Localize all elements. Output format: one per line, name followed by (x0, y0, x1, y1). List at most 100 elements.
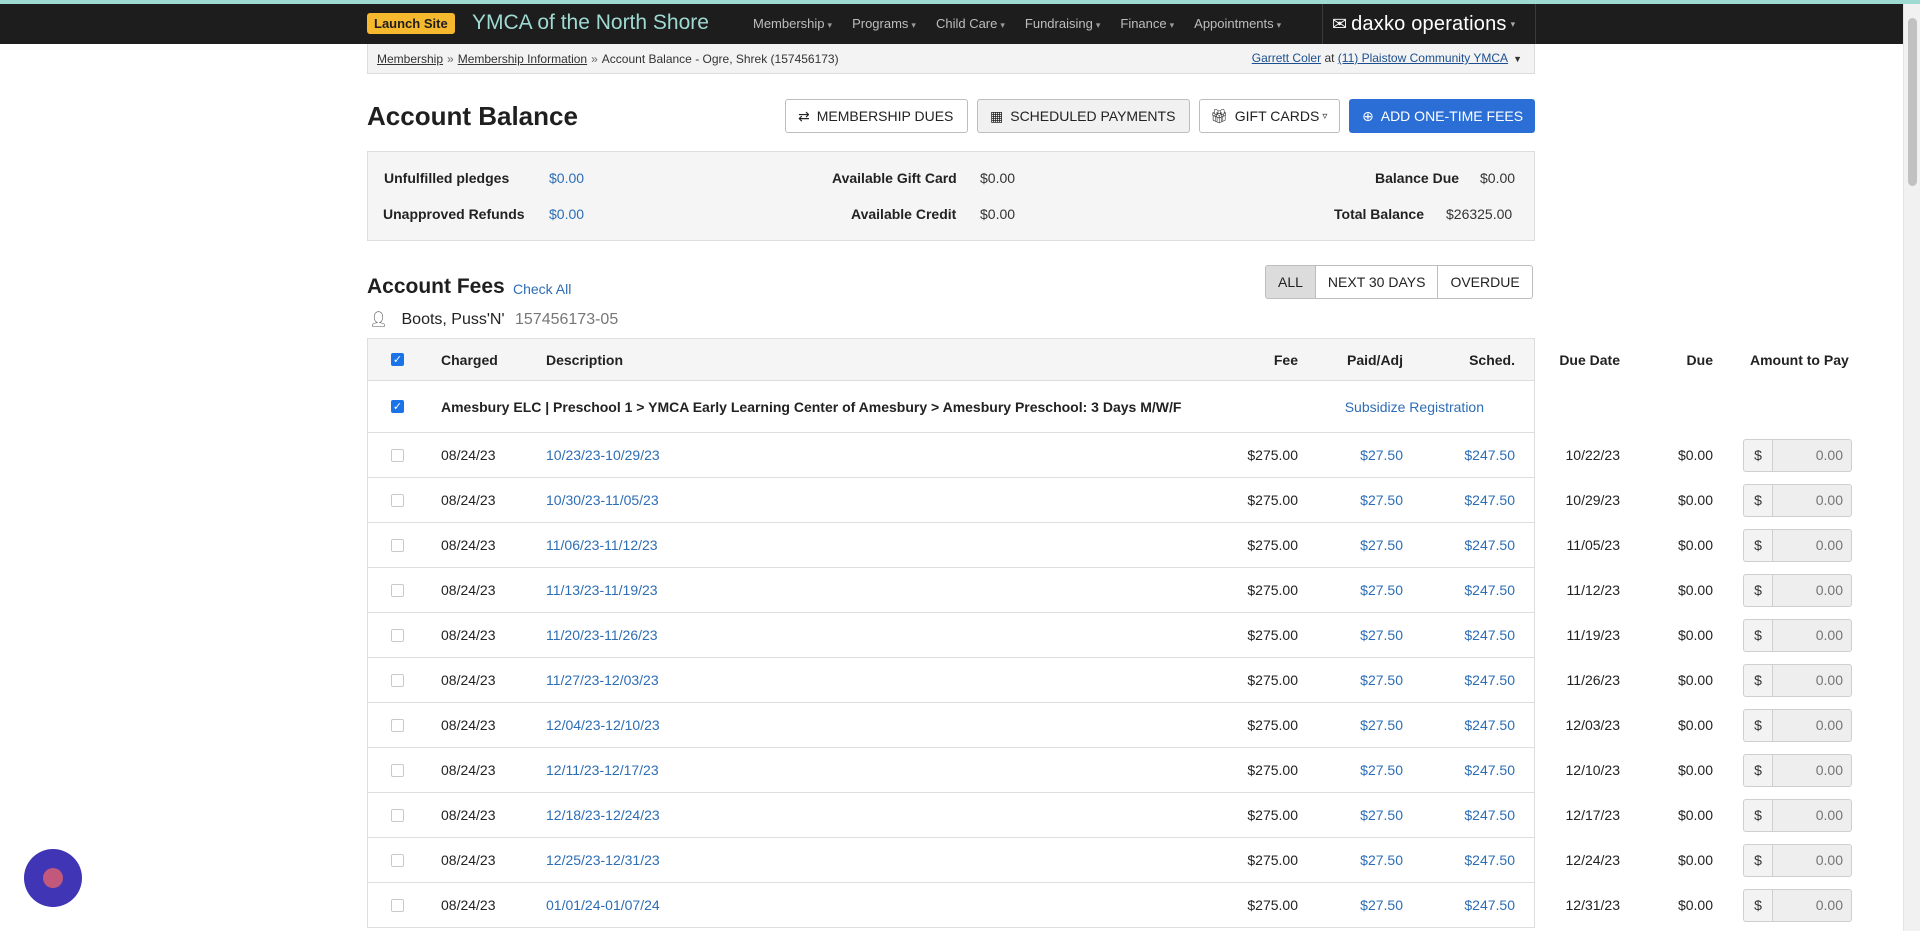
amount-to-pay-input[interactable] (1772, 438, 1852, 472)
breadcrumb-membership[interactable]: Membership (377, 52, 443, 66)
amount-to-pay-cell: $ (1743, 568, 1852, 612)
row-checkbox-cell (391, 478, 404, 522)
amount-to-pay-group: $ (1743, 663, 1852, 697)
fee-description-link[interactable]: 11/27/23-12/03/23 (546, 658, 659, 702)
amount-to-pay-cell: $ (1743, 658, 1852, 702)
column-header-due: Due (1686, 351, 1713, 368)
page-title: Account Balance (367, 101, 578, 131)
menu-finance[interactable]: Finance ▾ (1120, 4, 1174, 44)
user-name-link[interactable]: Garrett Coler (1252, 51, 1321, 65)
caret-down-icon: ▿ (1322, 110, 1328, 122)
currency-prefix: $ (1743, 663, 1772, 697)
filter-all-button[interactable]: ALL (1265, 265, 1316, 299)
amount-to-pay-input[interactable] (1772, 753, 1852, 787)
fee-description-link[interactable]: 12/25/23-12/31/23 (546, 838, 660, 882)
daxko-brand-menu[interactable]: ✉ daxko operations ▾ (1322, 4, 1536, 44)
menu-programs[interactable]: Programs ▾ (852, 4, 916, 44)
amount-to-pay-input[interactable] (1772, 618, 1852, 652)
row-checkbox-cell (391, 433, 404, 477)
fee-description-link[interactable]: 11/13/23-11/19/23 (546, 568, 658, 612)
menu-appointments[interactable]: Appointments ▾ (1194, 4, 1281, 44)
row-checkbox[interactable] (391, 583, 404, 597)
caret-down-icon[interactable]: ▼ (1513, 54, 1522, 64)
user-at-text: at (1324, 51, 1335, 65)
row-checkbox[interactable] (391, 448, 404, 462)
filter-next-30-days-button[interactable]: NEXT 30 DAYS (1314, 265, 1439, 299)
vertical-scrollbar[interactable] (1903, 4, 1920, 931)
menu-membership[interactable]: Membership ▾ (753, 4, 832, 44)
breadcrumb-current: Account Balance - Ogre, Shrek (157456173… (601, 52, 839, 66)
table-row: 08/24/23 12/25/23-12/31/23 $275.00 $27.50 $2… (368, 838, 1852, 883)
add-one-time-fees-button[interactable]: ⊕ ADD ONE-TIME FEES (1349, 99, 1535, 133)
amount-to-pay-input[interactable] (1772, 798, 1852, 832)
row-checkbox[interactable] (391, 853, 404, 867)
group-checkbox[interactable]: ✓ (391, 400, 404, 413)
fee-description-link[interactable]: 01/01/24-01/07/24 (546, 883, 660, 927)
fee-group-row: ✓ Amesbury ELC | Preschool 1 > YMCA Earl… (368, 381, 1534, 433)
gift-cards-dropdown-button[interactable]: 🎁︎ GIFT CARDS ▿ (1199, 99, 1340, 133)
amount-to-pay-group: $ (1743, 438, 1852, 472)
breadcrumb-separator: » (447, 52, 454, 66)
fee-description-link[interactable]: 11/20/23-11/26/23 (546, 613, 658, 657)
due-amount: $0.00 (1677, 492, 1713, 508)
amount-to-pay-input[interactable] (1772, 528, 1852, 562)
amount-to-pay-cell: $ (1743, 793, 1852, 837)
caret-down-icon: ▾ (1095, 20, 1101, 30)
row-checkbox[interactable] (391, 763, 404, 777)
row-checkbox[interactable] (391, 673, 404, 687)
filter-overdue-button[interactable]: OVERDUE (1437, 265, 1533, 299)
amount-to-pay-cell: $ (1743, 433, 1852, 477)
table-row: 08/24/23 11/27/23-12/03/23 $275.00 $27.50 $2… (368, 658, 1852, 703)
user-location-link[interactable]: (11) Plaistow Community YMCA (1338, 51, 1508, 65)
fee-description-link[interactable]: 11/06/23-11/12/23 (546, 523, 658, 567)
launch-site-button[interactable]: Launch Site (367, 13, 455, 34)
fee-description-link[interactable]: 12/18/23-12/24/23 (546, 793, 660, 837)
row-checkbox[interactable] (391, 538, 404, 552)
column-header-charged: Charged (441, 351, 498, 368)
unapproved-refunds-value[interactable]: $0.00 (549, 206, 584, 222)
menu-membership-label: Membership (753, 16, 825, 31)
fee-description-link[interactable]: 10/23/23-10/29/23 (546, 433, 660, 477)
currency-prefix: $ (1743, 753, 1772, 787)
row-checkbox[interactable] (391, 493, 404, 507)
row-checkbox[interactable] (391, 808, 404, 822)
amount-to-pay-input[interactable] (1772, 483, 1852, 517)
amount-to-pay-input[interactable] (1772, 663, 1852, 697)
caret-down-icon: ▾ (1510, 18, 1516, 29)
amount-to-pay-cell: $ (1743, 748, 1852, 792)
scrollbar-thumb[interactable] (1908, 18, 1917, 186)
menu-fundraising[interactable]: Fundraising ▾ (1025, 4, 1100, 44)
available-credit-label: Available Credit (851, 206, 957, 222)
amount-to-pay-input[interactable] (1772, 843, 1852, 877)
subsidize-registration-link[interactable]: Subsidize Registration (1345, 381, 1484, 432)
amount-to-pay-cell: $ (1743, 613, 1852, 657)
column-header-amount-to-pay: Amount to Pay (1750, 351, 1849, 368)
row-checkbox[interactable] (391, 628, 404, 642)
row-checkbox[interactable] (391, 898, 404, 912)
fee-description-link[interactable]: 12/04/23-12/10/23 (546, 703, 660, 747)
amount-to-pay-input[interactable] (1772, 573, 1852, 607)
charged-date: 08/24/23 (441, 717, 496, 733)
user-location-menu[interactable]: Garrett Coler at (11) Plaistow Community… (1252, 51, 1522, 65)
fee-description-link[interactable]: 12/11/23-12/17/23 (546, 748, 659, 792)
fee-description-link[interactable]: 10/30/23-11/05/23 (546, 478, 659, 522)
row-checkbox-cell (391, 838, 404, 882)
amount-to-pay-input[interactable] (1772, 708, 1852, 742)
charged-date: 08/24/23 (441, 582, 496, 598)
charged-date: 08/24/23 (441, 897, 496, 913)
membership-dues-button[interactable]: ⇄ MEMBERSHIP DUES (785, 99, 968, 133)
scheduled-payments-button[interactable]: ▦ SCHEDULED PAYMENTS (977, 99, 1190, 133)
caret-down-icon: ▾ (1169, 20, 1175, 30)
amount-to-pay-input[interactable] (1772, 888, 1852, 922)
row-checkbox[interactable] (391, 718, 404, 732)
scheduled-payments-label: SCHEDULED PAYMENTS (1010, 108, 1176, 124)
total-balance-value: $26325.00 (1446, 206, 1513, 222)
organization-title[interactable]: YMCA of the North Shore (472, 10, 709, 36)
check-all-link[interactable]: Check All (513, 281, 571, 297)
due-amount: $0.00 (1677, 897, 1713, 913)
breadcrumb-membership-information[interactable]: Membership Information (458, 52, 587, 66)
menu-child-care[interactable]: Child Care ▾ (936, 4, 1005, 44)
chat-widget-button[interactable] (24, 849, 82, 907)
select-all-checkbox[interactable]: ✓ (391, 353, 404, 366)
unfulfilled-pledges-value[interactable]: $0.00 (549, 170, 584, 186)
